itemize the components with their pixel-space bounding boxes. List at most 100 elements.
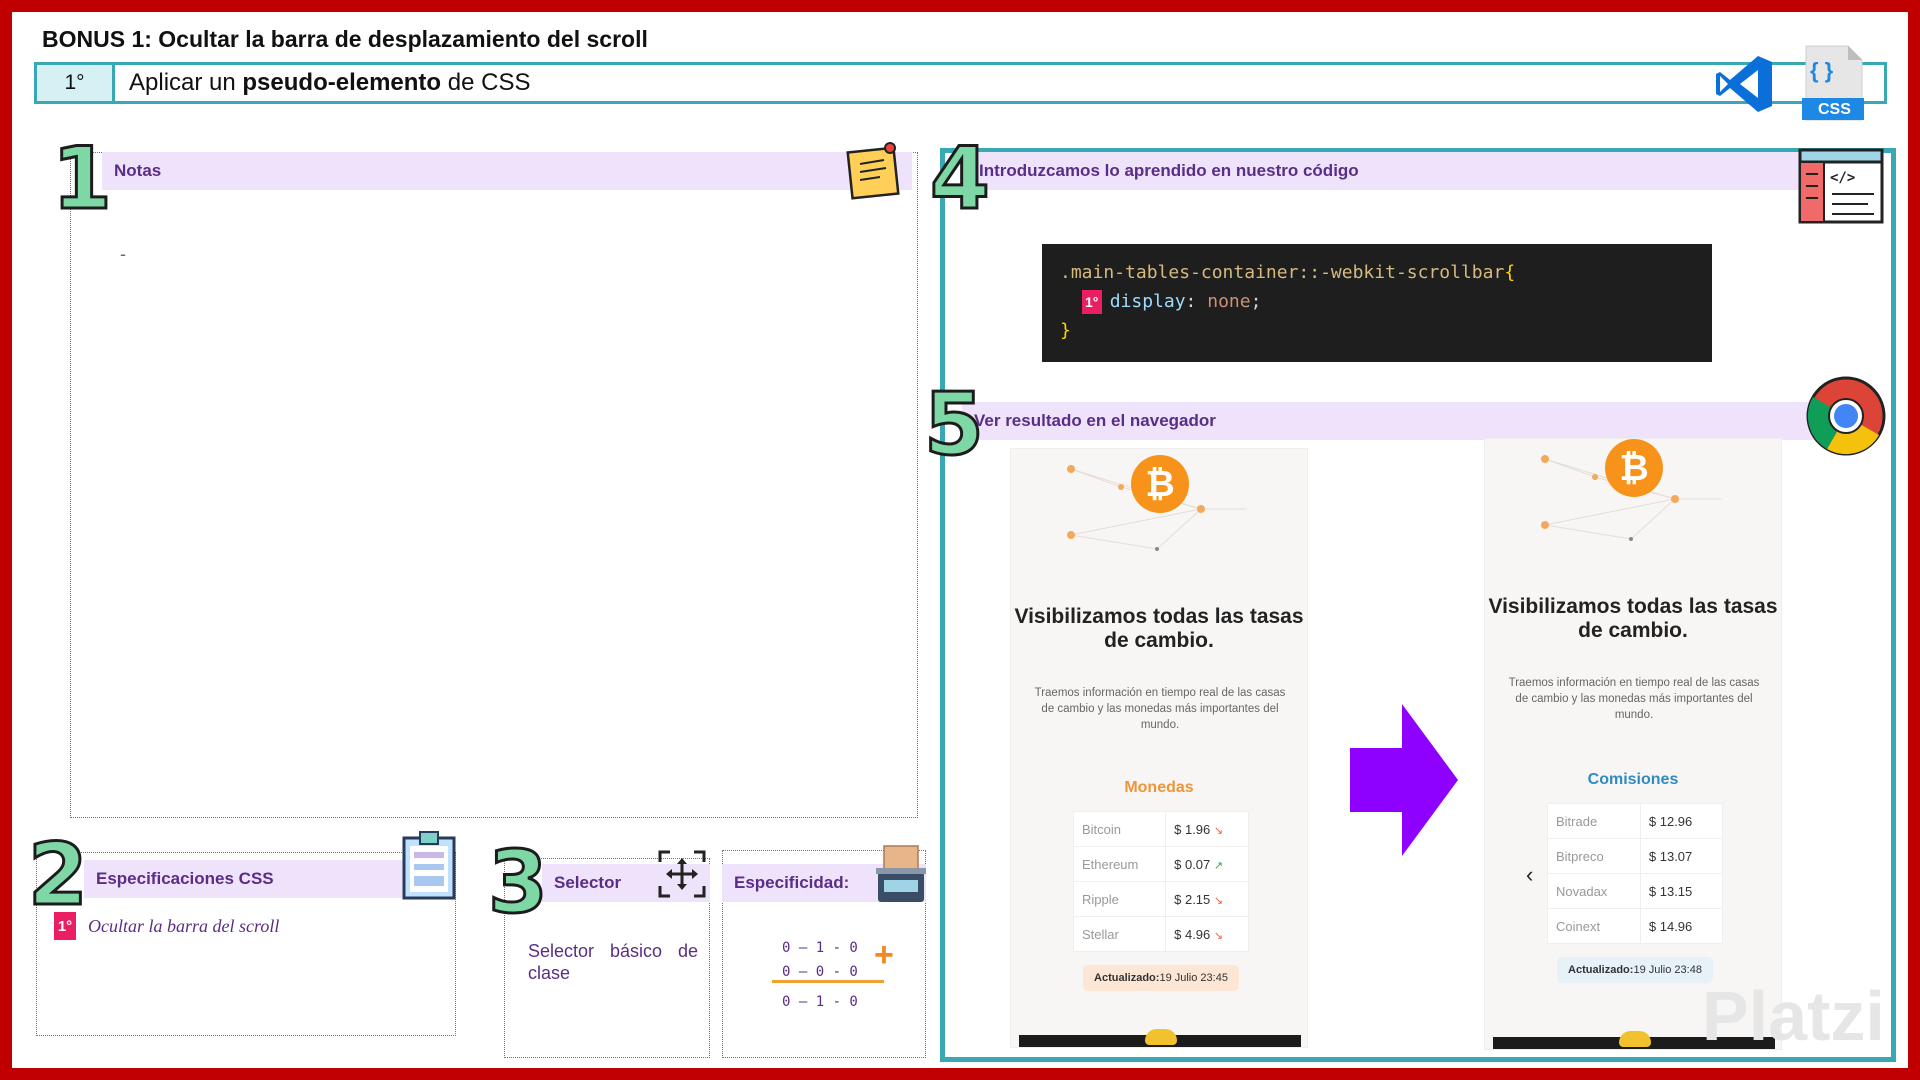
sticky-note-icon: [846, 142, 900, 200]
currency-value: $ 4.96: [1174, 926, 1211, 942]
notes-label: Notas: [114, 161, 162, 180]
code-label: Introduzcamos lo aprendido en nuestro có…: [979, 161, 1359, 180]
step-text-bold: pseudo-elemento: [242, 69, 442, 96]
spec-badge: 1°: [54, 912, 76, 940]
phone-section-title: Monedas: [1124, 779, 1194, 796]
updated-label: Actualizado:: [1568, 964, 1634, 976]
result-header: Ver resultado en el navegador: [962, 402, 1842, 440]
updated-value: 19 Julio 23:48: [1633, 964, 1702, 976]
step-text-prefix: Aplicar un: [129, 69, 243, 96]
currency-value: $ 0.07: [1174, 856, 1211, 872]
updated-value: 19 Julio 23:45: [1159, 972, 1228, 984]
trend-down-icon: ↘: [1213, 929, 1224, 942]
code-badge: 1°: [1081, 290, 1102, 314]
phone-title: Visibilizamos todas las tasas de cambio.: [1014, 605, 1304, 652]
section-number-1: 1: [51, 129, 114, 229]
move-arrows-icon: [658, 850, 706, 898]
step-text-suffix: de CSS: [441, 69, 531, 96]
notes-box: [70, 152, 918, 818]
commission-table: Bitrade $ 12.96 Bitpreco $ 13.07 Novadax $ …: [1547, 803, 1724, 944]
specificity-line-3: 0 – 1 - 0: [782, 994, 858, 1010]
platzi-watermark: Platzi: [1702, 977, 1885, 1055]
step-number: 1°: [37, 65, 115, 101]
scale-icon: [876, 845, 926, 902]
spec-item: 1° Ocultar la barra del scroll: [54, 912, 279, 940]
updated-badge: Actualizado: 19 Julio 23:45: [1083, 965, 1239, 991]
table-row: Bitcoin $ 1.96 ↘: [1072, 811, 1249, 847]
code-line-3: }: [1060, 316, 1694, 345]
table-row: Stellar $ 4.96 ↘: [1072, 916, 1249, 952]
vscode-icon: [1716, 56, 1772, 112]
exchange-name: Bitpreco: [1547, 838, 1641, 874]
svg-text:</>: </>: [1830, 170, 1855, 186]
exchange-name: Coinext: [1547, 908, 1641, 944]
currency-table: Bitcoin $ 1.96 ↘ Ethereum $ 0.07 ↗ Ripple $…: [1072, 811, 1249, 952]
table-row: Bitrade $ 12.96: [1547, 803, 1724, 839]
trend-down-icon: ↘: [1213, 894, 1224, 907]
code-selector: .main-tables-container::-webkit-scrollba…: [1060, 262, 1505, 283]
result-label: Ver resultado en el navegador: [974, 411, 1216, 430]
exchange-name: Novadax: [1547, 873, 1641, 909]
selector-label: Selector: [554, 873, 622, 892]
code-window-icon: </>: [1798, 148, 1884, 224]
currency-value: $ 2.15: [1174, 891, 1211, 907]
code-property: display: [1109, 291, 1186, 312]
step-bar: 1° Aplicar un pseudo-elemento de CSS: [34, 62, 1887, 104]
phone-title: Visibilizamos todas las tasas de cambio.: [1488, 595, 1778, 642]
code-header: Introduzcamos lo aprendido en nuestro có…: [967, 152, 1837, 190]
currency-name: Bitcoin: [1072, 811, 1167, 847]
specificity-line-2: 0 – 0 - 0: [782, 964, 858, 980]
exchange-value: $ 13.07: [1639, 838, 1724, 874]
specs-label: Especificaciones CSS: [96, 869, 274, 888]
slide-title: BONUS 1: Ocultar la barra de desplazamie…: [42, 26, 648, 52]
table-row: Novadax $ 13.15: [1547, 873, 1724, 909]
exchange-name: Bitrade: [1547, 803, 1641, 839]
currency-value-cell: $ 2.15 ↘: [1165, 881, 1249, 917]
currency-value: $ 1.96: [1174, 821, 1211, 837]
table-row: Ethereum $ 0.07 ↗: [1072, 846, 1249, 882]
spec-item-text: Ocultar la barra del scroll: [88, 915, 280, 936]
phone-description: Traemos información en tiempo real de la…: [1034, 687, 1286, 731]
updated-label: Actualizado:: [1094, 972, 1160, 984]
plus-icon: +: [874, 936, 894, 974]
exchange-value: $ 12.96: [1639, 803, 1724, 839]
chrome-icon: [1806, 376, 1886, 456]
table-row: Bitpreco $ 13.07: [1547, 838, 1724, 874]
currency-name: Ethereum: [1072, 846, 1167, 882]
browser-preview-before: ₿ Visibilizamos todas las tasas de cambi…: [1010, 448, 1308, 1048]
table-row: Ripple $ 2.15 ↘: [1072, 881, 1249, 917]
section-number-4: 4: [929, 129, 992, 229]
code-semicolon: ;: [1250, 291, 1262, 312]
specificity-line-1: 0 – 1 - 0: [782, 940, 858, 956]
specs-header: Especificaciones CSS: [84, 860, 404, 898]
code-value: none: [1207, 291, 1251, 312]
phone-description: Traemos información en tiempo real de la…: [1508, 677, 1760, 721]
currency-value-cell: $ 1.96 ↘: [1165, 811, 1249, 847]
css-label: CSS: [1818, 101, 1851, 118]
css-braces-text: { }: [1810, 58, 1834, 83]
updated-badge: Actualizado: 19 Julio 23:48: [1557, 957, 1713, 983]
browser-preview-after: ₿ Visibilizamos todas las tasas de cambi…: [1484, 438, 1782, 1050]
code-line-1: .main-tables-container::-webkit-scrollba…: [1060, 258, 1694, 287]
notes-content: -: [120, 244, 126, 264]
carousel-prev-button[interactable]: ‹: [1526, 862, 1533, 888]
phone-section-title: Comisiones: [1587, 771, 1679, 788]
bitcoin-logo: ₿: [1605, 439, 1663, 497]
section-number-5: 5: [923, 375, 986, 475]
css-file-icon: { } CSS: [1802, 44, 1866, 122]
lesson-slide: BONUS 1: Ocultar la barra de desplazamie…: [12, 12, 1908, 1068]
section-number-2: 2: [27, 825, 90, 925]
currency-name: Ripple: [1072, 881, 1167, 917]
code-colon: :: [1185, 291, 1197, 312]
step-text: Aplicar un pseudo-elemento de CSS: [115, 69, 530, 97]
specificity-label: Especificidad:: [734, 873, 850, 892]
sum-divider: [772, 980, 884, 983]
arrow-right-icon: [1350, 704, 1458, 856]
exchange-value: $ 14.96: [1639, 908, 1724, 944]
selector-text: Selector básico de clase: [528, 941, 698, 983]
currency-value-cell: $ 0.07 ↗: [1165, 846, 1249, 882]
clipboard-icon: [402, 831, 456, 900]
trend-down-icon: ↘: [1213, 824, 1224, 837]
table-row: Coinext $ 14.96: [1547, 908, 1724, 944]
currency-name: Stellar: [1072, 916, 1167, 952]
